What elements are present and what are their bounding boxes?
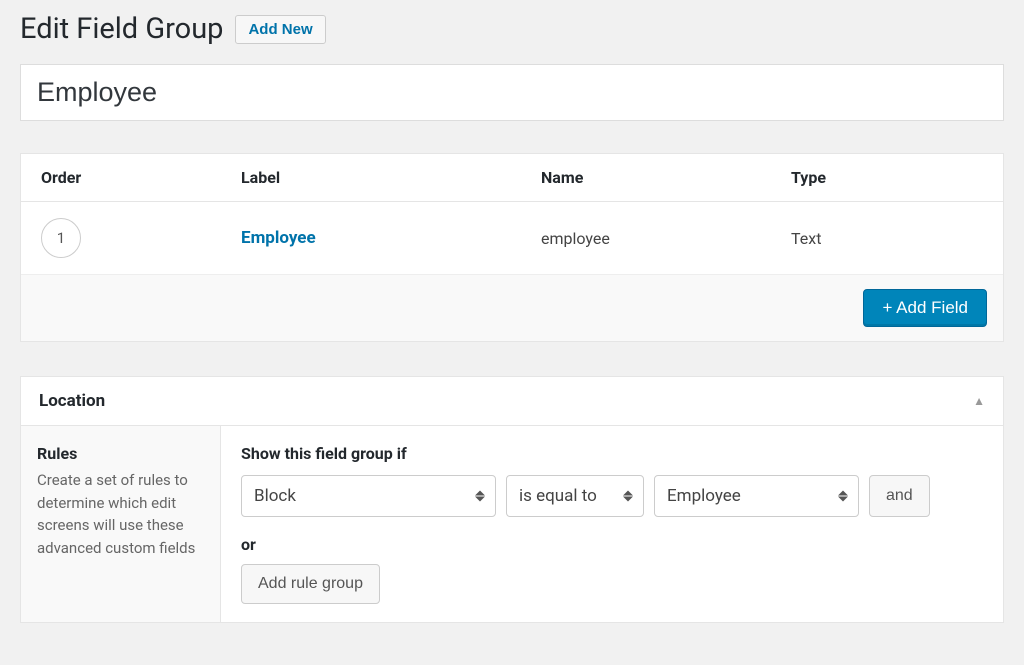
- and-button[interactable]: and: [869, 475, 930, 517]
- collapse-icon[interactable]: ▲: [973, 394, 985, 408]
- fields-panel: Order Label Name Type 1 Employee employe…: [20, 153, 1004, 342]
- location-panel-title: Location: [39, 391, 105, 411]
- add-new-button[interactable]: Add New: [235, 15, 325, 44]
- show-if-label: Show this field group if: [241, 444, 983, 463]
- rule-param-select[interactable]: Block: [241, 475, 496, 517]
- chevron-updown-icon: [475, 491, 485, 502]
- or-label: or: [241, 535, 983, 554]
- page-title: Edit Field Group: [20, 12, 223, 46]
- rule-value-text: Employee: [667, 486, 741, 506]
- rule-operator-value: is equal to: [519, 486, 597, 506]
- column-header-type: Type: [791, 168, 983, 187]
- fields-table-header: Order Label Name Type: [21, 154, 1003, 202]
- rule-row: Block is equal to Employee and: [241, 475, 983, 517]
- rule-value-select[interactable]: Employee: [654, 475, 859, 517]
- group-title-box: [20, 64, 1004, 121]
- rule-param-value: Block: [254, 486, 296, 506]
- chevron-updown-icon: [838, 491, 848, 502]
- order-handle[interactable]: 1: [41, 218, 81, 258]
- rule-operator-select[interactable]: is equal to: [506, 475, 644, 517]
- fields-footer: + Add Field: [21, 275, 1003, 341]
- rules-content: Show this field group if Block is equal …: [221, 426, 1003, 622]
- rules-sidebar: Rules Create a set of rules to determine…: [21, 426, 221, 622]
- add-field-button[interactable]: + Add Field: [863, 289, 987, 327]
- chevron-updown-icon: [623, 491, 633, 502]
- add-rule-group-button[interactable]: Add rule group: [241, 564, 380, 604]
- rules-description: Create a set of rules to determine which…: [37, 469, 204, 559]
- location-panel: Location ▲ Rules Create a set of rules t…: [20, 376, 1004, 623]
- column-header-order: Order: [41, 168, 241, 187]
- field-name-cell: employee: [541, 229, 791, 248]
- location-panel-header[interactable]: Location ▲: [21, 377, 1003, 426]
- field-type-cell: Text: [791, 229, 983, 248]
- group-title-input[interactable]: [37, 77, 987, 108]
- column-header-label: Label: [241, 168, 541, 187]
- field-label-link[interactable]: Employee: [241, 228, 316, 248]
- column-header-name: Name: [541, 168, 791, 187]
- rules-heading: Rules: [37, 444, 204, 463]
- table-row[interactable]: 1 Employee employee Text: [21, 202, 1003, 275]
